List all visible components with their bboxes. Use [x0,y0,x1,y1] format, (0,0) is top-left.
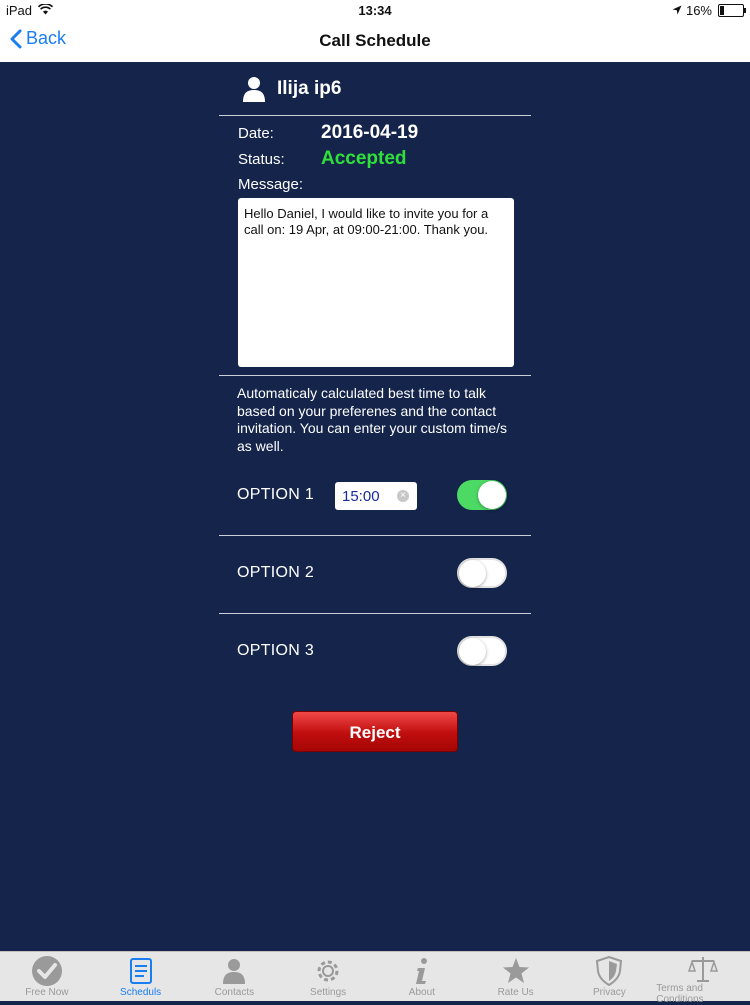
check-circle-icon [31,955,63,987]
tab-about[interactable]: About [375,952,469,1001]
status-label: Status: [238,151,285,168]
option-1-time-value: 15:00 [342,487,380,505]
message-textarea[interactable]: Hello Daniel, I would like to invite you… [238,198,514,367]
toggle-knob [478,481,506,509]
tab-label: Contacts [214,987,255,998]
option-2-row: OPTION 2 [219,536,531,614]
scales-icon [688,955,719,983]
tab-label: Privacy [592,987,626,998]
option-2-toggle[interactable] [457,558,507,588]
reject-button[interactable]: Reject [292,711,458,752]
contact-header: Ilija ip6 [219,62,531,116]
hint-text: Automaticaly calculated best time to tal… [237,385,508,454]
option-2-label: OPTION 2 [237,564,315,581]
shield-icon [596,955,623,987]
location-arrow-icon [672,3,682,18]
page-title: Call Schedule [319,31,431,50]
message-label: Message: [238,176,304,193]
option-3-label: OPTION 3 [237,642,315,659]
call-details: Date: 2016-04-19 Status: Accepted Messag… [219,116,531,376]
status-row: Status: Accepted [238,148,513,174]
tab-free-now[interactable]: Free Now [0,952,94,1001]
navigation-bar: Back Call Schedule [0,22,750,62]
tab-label: Free Now [25,987,69,998]
option-1-label: OPTION 1 [237,486,315,503]
star-icon [502,955,530,987]
tab-label: Settings [310,987,347,998]
option-1-toggle[interactable] [457,480,507,510]
toggle-knob [459,638,486,665]
person-icon [243,76,265,102]
toggle-knob [459,560,486,587]
option-1-time-input[interactable]: 15:00 × [335,482,417,510]
status-bar: iPad 13:34 16% [0,0,750,22]
gear-icon [314,955,342,987]
date-label: Date: [238,125,274,142]
tab-label: Rate Us [497,987,534,998]
tab-label: Scheduls [120,987,162,998]
contact-name: Ilija ip6 [277,77,342,99]
person-icon [223,955,246,987]
tab-privacy[interactable]: Privacy [563,952,657,1001]
status-right: 16% [672,3,746,18]
info-icon [412,955,432,987]
tab-terms[interactable]: Terms and Conditions [656,952,750,1005]
date-row: Date: 2016-04-19 [238,122,513,148]
tab-contacts[interactable]: Contacts [188,952,282,1001]
option-1-row: OPTION 1 15:00 × [219,458,531,536]
battery-icon [718,4,746,17]
status-value: Accepted [321,148,407,169]
option-3-row: OPTION 3 [219,614,531,691]
option-3-toggle[interactable] [457,636,507,666]
tab-bar: Free Now Scheduls Contacts Settings Abou… [0,951,750,1005]
tab-scheduls[interactable]: Scheduls [94,952,188,1001]
battery-percent: 16% [685,3,712,18]
tab-label: Terms and Conditions [656,983,704,1005]
date-value: 2016-04-19 [321,122,419,143]
schedule-doc-icon [129,955,153,987]
tab-label: About [408,987,435,998]
schedule-panel: Ilija ip6 Date: 2016-04-19 Status: Accep… [219,62,531,691]
status-time: 13:34 [358,3,392,18]
tab-rate-us[interactable]: Rate Us [469,952,563,1001]
clear-icon[interactable]: × [397,490,409,502]
tab-settings[interactable]: Settings [281,952,375,1001]
